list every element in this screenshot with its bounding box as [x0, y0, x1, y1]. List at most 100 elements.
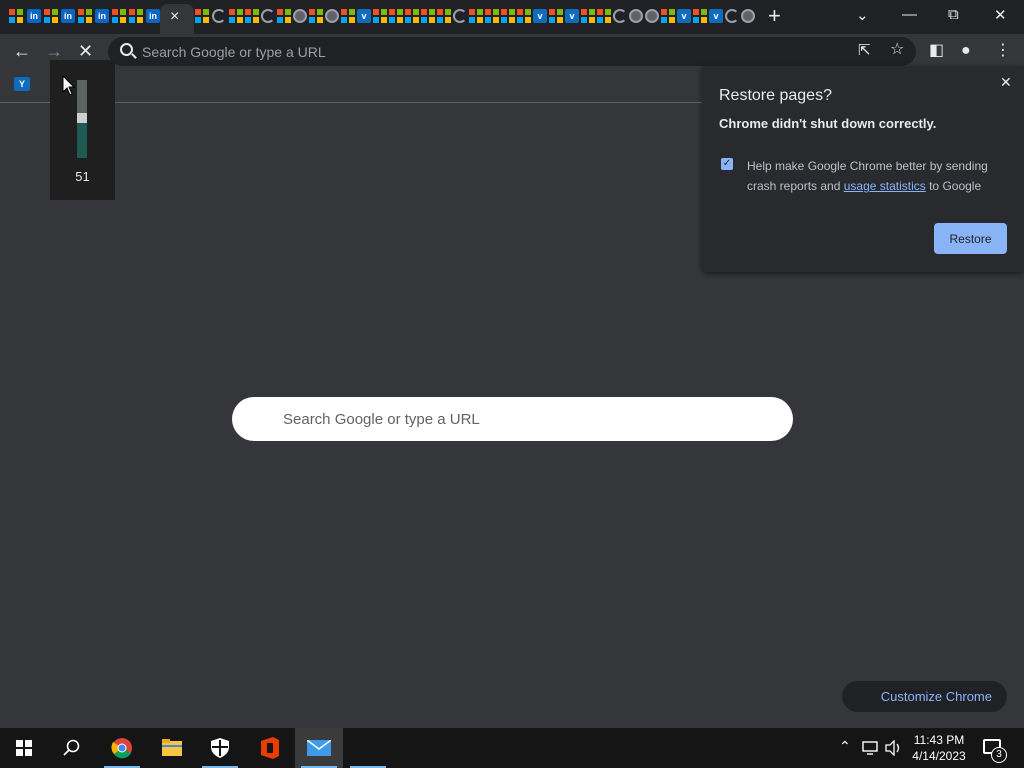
loading-icon[interactable] — [212, 9, 226, 23]
microsoft-icon[interactable] — [341, 9, 355, 23]
new-tab-button[interactable]: + — [768, 5, 781, 27]
dialog-message: Chrome didn't shut down correctly. — [719, 116, 937, 131]
search-icon — [120, 43, 133, 56]
microsoft-icon[interactable] — [78, 9, 92, 23]
volume-fill — [77, 118, 87, 158]
microsoft-icon[interactable] — [549, 9, 563, 23]
menu-icon[interactable]: ⋮ — [995, 41, 1011, 61]
microsoft-icon[interactable] — [485, 9, 499, 23]
chrome-site-icon[interactable] — [293, 9, 307, 23]
profile-icon[interactable]: ● — [961, 41, 971, 61]
ntp-search-box[interactable]: Search Google or type a URL — [232, 397, 793, 441]
side-panel-icon[interactable]: ◧ — [929, 41, 944, 61]
outlook-icon[interactable]: v — [533, 9, 547, 23]
search-icon — [63, 739, 80, 756]
customize-chrome-button[interactable]: Customize Chrome — [842, 681, 1007, 712]
volume-overlay: 51 — [50, 60, 115, 200]
system-clock[interactable]: 11:43 PM 4/14/2023 — [906, 732, 972, 764]
ntp-search-placeholder: Search Google or type a URL — [283, 411, 480, 428]
volume-knob[interactable] — [77, 113, 87, 123]
loading-icon[interactable] — [725, 9, 739, 23]
linkedin-icon[interactable]: in — [146, 9, 160, 23]
taskbar-office[interactable] — [246, 728, 294, 768]
microsoft-icon[interactable] — [309, 9, 323, 23]
microsoft-icon[interactable] — [501, 9, 515, 23]
loading-icon[interactable] — [453, 9, 467, 23]
site-icon[interactable] — [741, 9, 755, 23]
chevron-up-icon[interactable]: ⌃ — [839, 738, 851, 755]
linkedin-icon[interactable]: in — [61, 9, 75, 23]
taskbar-chrome[interactable] — [98, 728, 146, 768]
microsoft-icon[interactable] — [405, 9, 419, 23]
microsoft-icon[interactable] — [693, 9, 707, 23]
bookmark-outlook-icon[interactable]: Y — [14, 77, 30, 91]
microsoft-icon[interactable] — [373, 9, 387, 23]
microsoft-icon[interactable] — [112, 9, 126, 23]
site-icon[interactable] — [325, 9, 339, 23]
volume-track[interactable] — [77, 80, 87, 158]
outlook-icon[interactable]: v — [565, 9, 579, 23]
outlook-icon[interactable]: v — [709, 9, 723, 23]
microsoft-icon[interactable] — [195, 9, 209, 23]
taskbar-app[interactable] — [344, 728, 392, 768]
site-icon[interactable] — [645, 9, 659, 23]
microsoft-icon[interactable] — [661, 9, 675, 23]
microsoft-icon[interactable] — [277, 9, 291, 23]
bookmark-star-icon[interactable]: ☆ — [890, 40, 904, 60]
outlook-icon[interactable]: v — [677, 9, 691, 23]
microsoft-icon[interactable] — [245, 9, 259, 23]
usage-statistics-link[interactable]: usage statistics — [844, 179, 926, 193]
volume-level: 51 — [75, 169, 90, 184]
office-icon — [261, 737, 279, 759]
microsoft-icon[interactable] — [229, 9, 243, 23]
speaker-icon[interactable] — [885, 740, 903, 756]
loading-icon[interactable] — [261, 9, 275, 23]
linkedin-icon[interactable]: in — [95, 9, 109, 23]
microsoft-icon[interactable] — [389, 9, 403, 23]
restore-button[interactable]: Restore — [934, 223, 1007, 254]
mouse-cursor-icon — [62, 75, 76, 96]
tab-strip: in in in in × v v v v v + ⌄ — ⧉ ✕ — [0, 0, 1024, 34]
microsoft-icon[interactable] — [421, 9, 435, 23]
loading-icon[interactable] — [613, 9, 627, 23]
outlook-icon[interactable]: v — [357, 9, 371, 23]
network-icon[interactable] — [862, 741, 880, 755]
tab-search-icon[interactable]: ⌄ — [856, 6, 869, 24]
microsoft-icon[interactable] — [469, 9, 483, 23]
omnibox[interactable]: Search Google or type a URL ⇱ ☆ — [108, 37, 916, 66]
linkedin-icon[interactable]: in — [27, 9, 41, 23]
mail-icon — [307, 740, 331, 756]
microsoft-icon[interactable] — [437, 9, 451, 23]
close-window-icon[interactable]: ✕ — [994, 6, 1007, 24]
tab-close-icon[interactable]: × — [170, 8, 179, 26]
taskbar-mail[interactable] — [295, 728, 343, 768]
microsoft-icon[interactable] — [581, 9, 595, 23]
start-button[interactable] — [0, 728, 48, 768]
checkbox-label-suffix: to Google — [925, 179, 982, 193]
dialog-title: Restore pages? — [719, 87, 832, 104]
clock-time: 11:43 PM — [913, 733, 965, 747]
microsoft-icon[interactable] — [44, 9, 58, 23]
microsoft-icon[interactable] — [597, 9, 611, 23]
stop-loading-icon[interactable]: ✕ — [78, 41, 93, 61]
crash-report-checkbox[interactable]: ✓ — [721, 158, 733, 170]
restore-window-icon[interactable]: ⧉ — [948, 6, 959, 23]
share-icon[interactable]: ⇱ — [858, 41, 871, 61]
windows-icon — [16, 740, 32, 756]
checkbox-label: Help make Google Chrome better by sendin… — [747, 156, 1007, 196]
microsoft-icon[interactable] — [9, 9, 23, 23]
close-icon[interactable]: ✕ — [1000, 74, 1012, 91]
minimize-icon[interactable]: — — [902, 6, 917, 23]
microsoft-icon[interactable] — [129, 9, 143, 23]
forward-icon[interactable]: → — [45, 41, 63, 61]
microsoft-icon[interactable] — [517, 9, 531, 23]
shield-icon — [211, 738, 229, 758]
back-icon[interactable]: ← — [13, 41, 31, 61]
taskbar-security[interactable] — [196, 728, 244, 768]
chrome-icon — [111, 738, 132, 759]
clock-date: 4/14/2023 — [912, 749, 966, 763]
taskbar: ⌃ 11:43 PM 4/14/2023 3 — [0, 728, 1024, 768]
search-button[interactable] — [48, 728, 96, 768]
taskbar-file-explorer[interactable] — [148, 728, 196, 768]
site-icon[interactable] — [629, 9, 643, 23]
